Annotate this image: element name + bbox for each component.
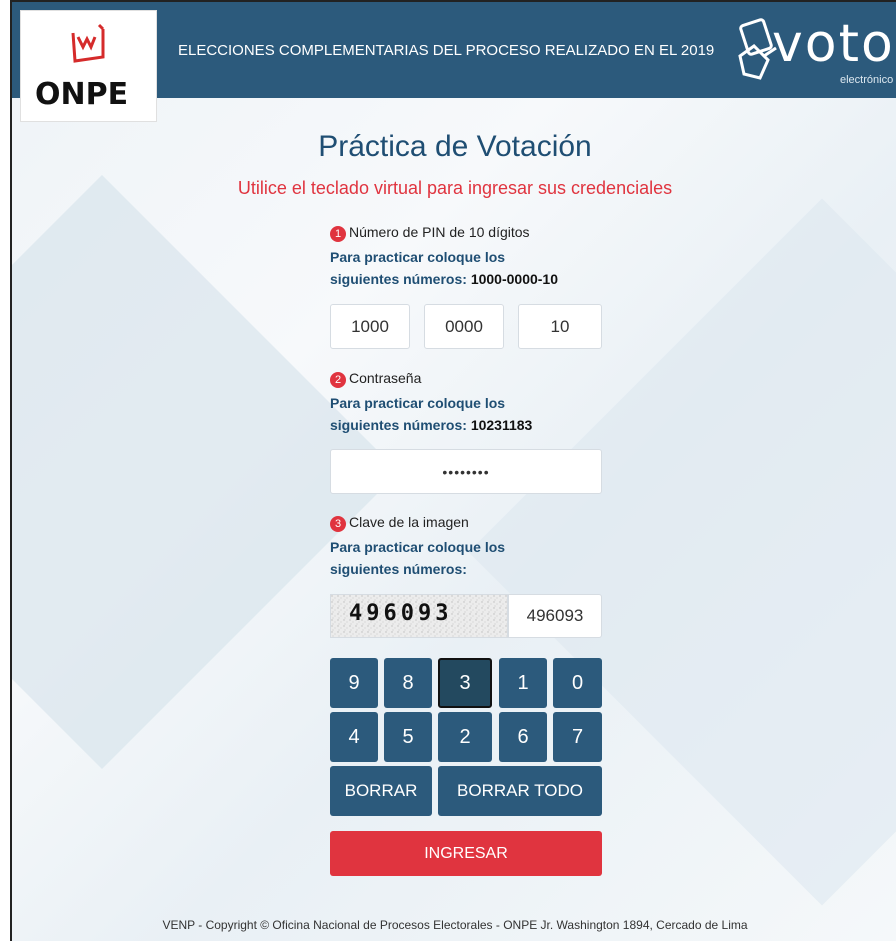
- page-title: Práctica de Votación: [318, 130, 592, 163]
- keypad-key[interactable]: 9: [330, 658, 378, 708]
- captcha-image-text: 496093: [349, 601, 453, 626]
- captcha-field[interactable]: 496093: [508, 594, 602, 638]
- captcha-label-text: Clave de la imagen: [349, 514, 469, 530]
- login-form: Práctica de Votación Utilice el teclado …: [12, 2, 896, 941]
- step-number-badge: 1: [330, 226, 346, 242]
- submit-button[interactable]: INGRESAR: [330, 831, 602, 876]
- pin-field-1[interactable]: 1000: [330, 304, 410, 349]
- onpe-logo: ONPE: [20, 10, 157, 122]
- captcha-help-line2: siguientes números:: [330, 561, 467, 577]
- password-label: 2 Contraseña: [330, 370, 421, 388]
- captcha-label: 3 Clave de la imagen: [330, 514, 469, 532]
- pin-label: 1 Número de PIN de 10 dígitos: [330, 224, 530, 242]
- keypad-key[interactable]: 2: [438, 712, 492, 762]
- footer-copyright: VENP - Copyright © Oficina Nacional de P…: [162, 918, 748, 932]
- step-number-badge: 2: [330, 372, 346, 388]
- captcha-help-line1: Para practicar coloque los: [330, 539, 506, 555]
- keypad-key[interactable]: 6: [499, 712, 547, 762]
- pin-help-line1: Para practicar coloque los: [330, 249, 506, 265]
- captcha-help: Para practicar coloque los siguientes nú…: [330, 536, 505, 580]
- password-help: Para practicar coloque los siguientes nú…: [330, 392, 532, 436]
- pin-field-2[interactable]: 0000: [424, 304, 504, 349]
- pin-field-3[interactable]: 10: [518, 304, 602, 349]
- keypad-key[interactable]: 7: [553, 712, 602, 762]
- clear-all-button[interactable]: BORRAR TODO: [438, 766, 602, 816]
- page-subtitle: Utilice el teclado virtual para ingresar…: [237, 178, 673, 198]
- voto-electronico-logo: voto electrónico: [734, 14, 896, 94]
- keypad-key[interactable]: 1: [499, 658, 547, 708]
- step-number-badge: 3: [330, 516, 346, 532]
- keypad-key[interactable]: 8: [384, 658, 432, 708]
- password-label-text: Contraseña: [349, 370, 422, 386]
- voto-logo-subtitle: electrónico: [840, 74, 894, 86]
- pin-help-line2: siguientes números:: [330, 271, 467, 287]
- header-title: ELECCIONES COMPLEMENTARIAS DEL PROCESO R…: [178, 42, 715, 59]
- keypad-key-focused[interactable]: 3: [438, 658, 492, 708]
- onpe-logo-text: ONPE: [35, 77, 129, 112]
- captcha-image: 496093: [330, 594, 508, 638]
- password-help-value: 10231183: [470, 417, 533, 433]
- keypad-key[interactable]: 5: [384, 712, 432, 762]
- onpe-emblem-icon: [71, 23, 105, 63]
- keypad-key[interactable]: 0: [553, 658, 602, 708]
- voto-logo-word: voto: [772, 14, 895, 74]
- pin-help: Para practicar coloque los siguientes nú…: [330, 246, 558, 290]
- password-help-line2: siguientes números:: [330, 417, 467, 433]
- pin-help-value: 1000-0000-10: [470, 271, 558, 287]
- keypad-key[interactable]: 4: [330, 712, 378, 762]
- password-help-line1: Para practicar coloque los: [330, 395, 506, 411]
- pin-label-text: Número de PIN de 10 dígitos: [349, 224, 530, 240]
- clear-button[interactable]: BORRAR: [330, 766, 432, 816]
- app-frame: ELECCIONES COMPLEMENTARIAS DEL PROCESO R…: [10, 0, 896, 941]
- password-field[interactable]: ••••••••: [330, 449, 602, 494]
